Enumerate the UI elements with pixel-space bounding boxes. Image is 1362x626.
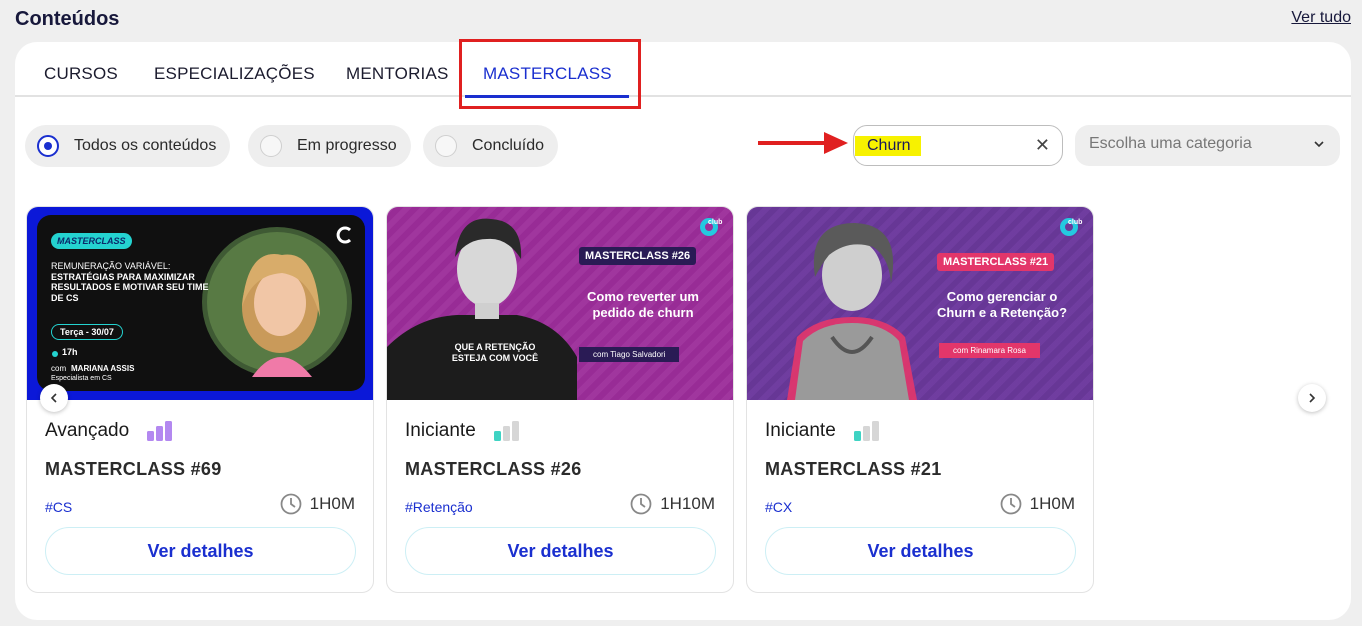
thumb-headline: Como reverter um pedido de churn bbox=[587, 289, 699, 320]
content-panel: CURSOS ESPECIALIZAÇÕES MENTORIAS MASTERC… bbox=[15, 39, 1351, 620]
search-input[interactable]: Churn ✕ bbox=[853, 125, 1063, 166]
tab-cursos[interactable]: CURSOS bbox=[44, 64, 118, 84]
filter-label: Concluído bbox=[472, 137, 545, 154]
filter-in-progress[interactable]: Em progresso bbox=[248, 125, 411, 167]
thumb-speaker: MARIANA ASSIS bbox=[71, 364, 135, 373]
search-value: Churn bbox=[855, 136, 921, 156]
level-label: Avançado bbox=[45, 420, 130, 441]
shirt-text: QUE A RETENÇÃO ESTEJA COM VOCÊ bbox=[451, 342, 539, 363]
clock-icon bbox=[280, 493, 302, 515]
card-thumbnail[interactable]: MASTERCLASS #21 Como gerenciar o Churn e… bbox=[747, 207, 1093, 400]
content-card[interactable]: MASTERCLASS #21 Como gerenciar o Churn e… bbox=[746, 206, 1094, 593]
card-title: MASTERCLASS #69 bbox=[45, 459, 222, 479]
level-label: Iniciante bbox=[405, 420, 476, 441]
thumb-speaker: com Rinamara Rosa bbox=[939, 343, 1040, 358]
clock-icon bbox=[1000, 493, 1022, 515]
tab-mentorias[interactable]: MENTORIAS bbox=[346, 64, 449, 84]
thumb-headline-top: REMUNERAÇÃO VARIÁVEL: bbox=[51, 261, 171, 271]
thumb-headline: ESTRATÉGIAS PARA MAXIMIZAR RESULTADOS E … bbox=[51, 272, 209, 303]
card-tag[interactable]: #CX bbox=[765, 499, 792, 515]
annotation-arrow-icon bbox=[758, 132, 848, 154]
category-select[interactable]: Escolha uma categoria bbox=[1075, 125, 1340, 166]
duration: 1H0M bbox=[280, 493, 355, 515]
details-button[interactable]: Ver detalhes bbox=[45, 527, 356, 575]
level-row: Iniciante bbox=[405, 420, 524, 442]
thumb-badge: MASTERCLASS bbox=[51, 233, 132, 249]
speaker-photo bbox=[202, 227, 352, 377]
club-logo-text: club bbox=[1068, 219, 1083, 226]
duration-value: 1H0M bbox=[1029, 494, 1075, 513]
card-tag[interactable]: #CS bbox=[45, 499, 72, 515]
duration: 1H10M bbox=[630, 493, 715, 515]
card-title: MASTERCLASS #21 bbox=[765, 459, 942, 479]
level-bars-icon bbox=[147, 421, 173, 441]
duration-value: 1H10M bbox=[660, 494, 715, 513]
thumb-with: com bbox=[51, 364, 67, 373]
details-button[interactable]: Ver detalhes bbox=[405, 527, 716, 575]
thumb-badge: MASTERCLASS #26 bbox=[579, 247, 697, 265]
tab-especializacoes[interactable]: ESPECIALIZAÇÕES bbox=[154, 64, 315, 84]
level-bars-icon bbox=[493, 421, 519, 441]
filter-label: Todos os conteúdos bbox=[74, 137, 217, 154]
carousel-next-button[interactable] bbox=[1298, 384, 1326, 412]
content-card[interactable]: MASTERCLASS REMUNERAÇÃO VARIÁVEL: ESTRAT… bbox=[26, 206, 374, 593]
annotation-highlight-box bbox=[459, 39, 641, 109]
radio-unchecked-icon[interactable] bbox=[260, 135, 282, 157]
thumb-headline: Como gerenciar o Churn e a Retenção? bbox=[936, 289, 1068, 320]
clock-icon bbox=[630, 493, 652, 515]
filter-label: Em progresso bbox=[297, 137, 397, 154]
thumb-role: Especialista em CS bbox=[51, 375, 112, 382]
chevron-left-icon bbox=[50, 393, 57, 403]
thumb-badge: MASTERCLASS #21 bbox=[937, 253, 1055, 271]
club-logo-text: club bbox=[708, 219, 723, 226]
thumb-speaker: com Tiago Salvadori bbox=[579, 347, 680, 362]
see-all-link[interactable]: Ver tudo bbox=[1291, 9, 1351, 27]
level-row: Iniciante bbox=[765, 420, 884, 442]
thumb-time: 17h bbox=[62, 347, 78, 357]
filter-completed[interactable]: Concluído bbox=[423, 125, 559, 167]
close-icon[interactable]: ✕ bbox=[1035, 135, 1050, 156]
level-row: Avançado bbox=[45, 420, 177, 442]
thumb-date: Terça - 30/07 bbox=[51, 324, 123, 340]
card-thumbnail[interactable]: QUE A RETENÇÃO ESTEJA COM VOCÊ MASTERCLA… bbox=[387, 207, 733, 400]
card-tag[interactable]: #Retenção bbox=[405, 499, 473, 515]
duration-value: 1H0M bbox=[309, 494, 355, 513]
level-label: Iniciante bbox=[765, 420, 836, 441]
tab-bar: CURSOS ESPECIALIZAÇÕES MENTORIAS MASTERC… bbox=[15, 42, 1351, 97]
category-placeholder: Escolha uma categoria bbox=[1089, 135, 1252, 152]
details-button[interactable]: Ver detalhes bbox=[765, 527, 1076, 575]
club-logo-icon bbox=[336, 226, 352, 244]
duration: 1H0M bbox=[1000, 493, 1075, 515]
carousel-prev-button[interactable] bbox=[40, 384, 68, 412]
card-title: MASTERCLASS #26 bbox=[405, 459, 582, 479]
radio-checked-icon[interactable] bbox=[37, 135, 59, 157]
level-bars-icon bbox=[853, 421, 879, 441]
speaker-photo bbox=[387, 218, 577, 400]
section-title: Conteúdos bbox=[15, 8, 120, 30]
filter-all[interactable]: Todos os conteúdos bbox=[25, 125, 231, 167]
chevron-down-icon bbox=[1314, 141, 1324, 148]
card-thumbnail[interactable]: MASTERCLASS REMUNERAÇÃO VARIÁVEL: ESTRAT… bbox=[27, 207, 373, 400]
content-card[interactable]: QUE A RETENÇÃO ESTEJA COM VOCÊ MASTERCLA… bbox=[386, 206, 734, 593]
chevron-right-icon bbox=[1309, 393, 1316, 403]
radio-unchecked-icon[interactable] bbox=[435, 135, 457, 157]
speaker-photo bbox=[787, 223, 917, 400]
